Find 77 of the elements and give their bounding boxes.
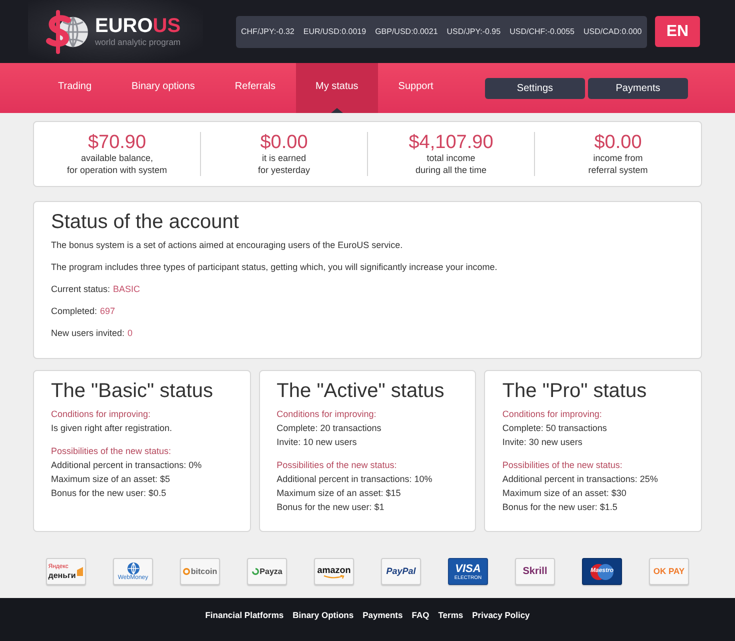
section-title: Status of the account	[51, 210, 240, 234]
stat-amount: $0.00	[594, 132, 642, 153]
info-paragraph: The bonus system is a set of actions aimed at encouraging users of the EuroUS service.	[51, 239, 404, 252]
tab-pointer-icon	[330, 108, 343, 113]
possibility-line: Additional percent in transactions: 10%	[276, 473, 434, 486]
condition-line: Is given right after registration.	[51, 422, 174, 435]
stat-amount: $4,107.90	[408, 132, 494, 153]
stat-amount: $0.00	[260, 132, 308, 153]
stat-caption: it is earned for yesterday	[258, 153, 310, 176]
conditions-heading: Conditions for improving:	[502, 408, 603, 421]
card-title: The "Active" status	[276, 380, 446, 402]
conditions-heading: Conditions for improving:	[51, 408, 152, 421]
fact-label: New users invited:	[51, 327, 125, 340]
stat-amount: $70.90	[88, 132, 146, 153]
ticker-quote: GBP/USD:0.0021	[375, 26, 438, 38]
logo-wordmark: OK PAY	[653, 565, 685, 578]
possibility-line: Bonus for the new user: $1.5	[502, 501, 618, 514]
footer-link[interactable]: Payments	[362, 609, 403, 621]
possibility-line: Bonus for the new user: $0.5	[51, 487, 168, 500]
stat-caption: income from referral system	[588, 153, 648, 176]
language-button[interactable]: EN	[655, 16, 700, 47]
condition-line: Invite: 30 new users	[502, 436, 584, 449]
nav-button[interactable]: Payments	[588, 78, 688, 98]
possibilities-heading: Possibilities of the new status:	[51, 445, 172, 458]
logo-wordmark: деньги	[48, 570, 76, 580]
condition-line: Complete: 20 transactions	[276, 422, 382, 435]
footer-link[interactable]: Privacy Policy	[472, 609, 530, 621]
nav-tab[interactable]: Support	[378, 63, 454, 113]
possibility-line: Additional percent in transactions: 25%	[502, 473, 659, 486]
fact-label: Completed:	[51, 305, 98, 318]
fact-value: 697	[100, 305, 116, 318]
coin-icon	[182, 568, 190, 575]
nav-tab[interactable]: Referrals	[214, 63, 296, 113]
fact-label: Current status:	[51, 283, 110, 296]
smile-arrow-icon	[322, 574, 345, 578]
nav-tab[interactable]: My status	[296, 63, 378, 113]
footer-link[interactable]: FAQ	[412, 609, 430, 621]
logo-wordmark: Payza	[260, 566, 282, 578]
possibility-line: Maximum size of an asset: $5	[51, 473, 172, 486]
possibility-line: Additional percent in transactions: 0%	[51, 459, 203, 472]
wallet-icon	[76, 567, 84, 576]
brand-name: EUROUS	[95, 15, 181, 37]
ring-icon	[252, 568, 259, 575]
possibility-line: Maximum size of an asset: $15	[276, 487, 402, 500]
stat-caption: available balance, for operation with system	[66, 153, 168, 176]
possibility-line: Bonus for the new user: $1	[276, 501, 386, 514]
nav-button[interactable]: Settings	[485, 78, 585, 98]
logo-wordmark: VISA	[455, 562, 481, 574]
stat-caption: total income during all the time	[415, 153, 487, 176]
fact-value: BASIC	[113, 283, 140, 296]
logo-wordmark: amazon	[317, 564, 351, 574]
ticker-quote: USD/CHF:-0.0055	[510, 26, 574, 38]
ticker-quote: CHF/JPY:-0.32	[241, 26, 294, 38]
possibilities-heading: Possibilities of the new status:	[502, 459, 624, 472]
fact-value: 0	[128, 327, 133, 340]
ticker-quote: USD/JPY:-0.95	[446, 26, 501, 38]
nav-tab[interactable]: Trading	[38, 63, 112, 113]
conditions-heading: Conditions for improving:	[276, 408, 378, 421]
info-paragraph: The program includes three types of participant status, getting which, you will significantly increase your income.	[51, 261, 498, 274]
footer-link[interactable]: Terms	[438, 609, 464, 621]
condition-line: Complete: 50 transactions	[502, 422, 608, 435]
ticker-quote: EUR/USD:0.0019	[303, 26, 366, 38]
logo-wordmark: PayPal	[386, 564, 416, 578]
dollar-globe-icon	[44, 8, 90, 54]
possibility-line: Maximum size of an asset: $30	[502, 487, 628, 500]
logo-wordmark: Skrill	[522, 565, 548, 579]
globe-icon	[126, 562, 140, 574]
footer-link[interactable]: Binary Options	[292, 609, 354, 621]
card-title: The "Pro" status	[502, 380, 648, 402]
brand-tagline: world analytic program	[95, 37, 181, 48]
card-title: The "Basic" status	[51, 380, 214, 402]
possibilities-heading: Possibilities of the new status:	[276, 459, 398, 472]
condition-line: Invite: 10 new users	[276, 436, 358, 449]
ticker-quote: USD/CAD:0.000	[584, 26, 642, 38]
logo-wordmark: bitcoin	[190, 566, 218, 578]
nav-tab[interactable]: Binary options	[112, 63, 215, 113]
footer-link[interactable]: Financial Platforms	[205, 609, 284, 621]
